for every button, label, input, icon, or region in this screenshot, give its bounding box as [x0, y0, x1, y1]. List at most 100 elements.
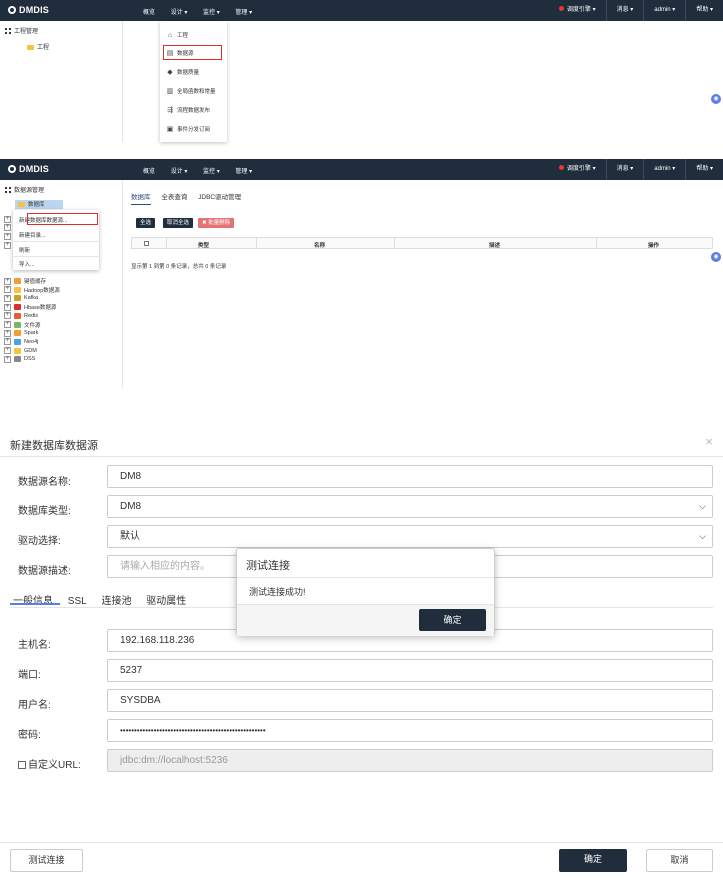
tree-row[interactable]: + Hbase数据源 — [4, 303, 56, 311]
project-icon: ⌂ — [167, 31, 173, 39]
select-all-button[interactable]: 全选 — [136, 218, 156, 228]
nav-monitor[interactable]: 监控 ▾ — [203, 10, 220, 16]
expand-icon[interactable]: + — [4, 294, 11, 302]
ctx-refresh[interactable]: 刷新 — [19, 246, 30, 254]
name-input[interactable]: DM8 — [107, 465, 713, 488]
user-input[interactable]: SYSDBA — [107, 689, 713, 712]
batch-delete-button[interactable]: ✖ 批量删除 — [198, 218, 235, 228]
driver-label: 驱动选择: — [18, 536, 61, 547]
sidebar-title: 工程管理 — [5, 26, 38, 35]
messages-menu[interactable]: 消息 ▾ — [605, 0, 644, 21]
expand-icon[interactable]: + — [4, 312, 11, 320]
close-icon[interactable]: × — [705, 434, 713, 449]
tree-row[interactable]: + DSS — [4, 355, 35, 363]
help-menu[interactable]: 帮助 ▾ — [685, 0, 723, 21]
expand-icon[interactable]: + — [4, 277, 11, 285]
column-type: 类型 — [198, 243, 210, 249]
tree-node-project[interactable]: 工程 — [27, 42, 49, 51]
messages-menu[interactable]: 消息 ▾ — [605, 159, 644, 180]
driver-select[interactable]: 默认 ⌵ — [107, 525, 713, 548]
tree-row[interactable]: + Redis — [4, 312, 38, 320]
tree-row[interactable]: + 文件源 — [4, 321, 41, 329]
ok-button[interactable]: 确定 — [559, 849, 627, 872]
help-menu[interactable]: 帮助 ▾ — [685, 159, 723, 180]
tree-label: Kafka — [24, 295, 39, 302]
db-type-select[interactable]: DM8 ⌵ — [107, 495, 713, 518]
popup-title: 测试连接 — [246, 560, 290, 572]
user-menu[interactable]: admin ▾ — [643, 0, 685, 21]
app-logo[interactable]: DMDIS — [8, 164, 49, 174]
custom-url-row: 自定义URL: — [18, 756, 81, 771]
expand-icon[interactable]: + — [4, 286, 11, 294]
nav-overview[interactable]: 概览 — [143, 169, 155, 175]
tree-row[interactable]: + Kafka — [4, 294, 38, 302]
header-checkbox[interactable] — [144, 241, 149, 246]
dialog-header-divider — [0, 456, 723, 457]
tab-pool[interactable]: 连接池 — [101, 596, 131, 607]
tree-label: DSS — [24, 356, 36, 363]
nav-design[interactable]: 设计 ▾ — [171, 10, 188, 16]
tree-row[interactable]: + GDM — [4, 347, 37, 355]
column-divider — [166, 238, 167, 248]
expand-icon[interactable]: + — [4, 355, 11, 363]
tree-row[interactable]: + Neo4j — [4, 338, 38, 346]
float-help-icon[interactable]: ◉ — [711, 252, 721, 262]
main-nav: 概览 设计 ▾ 监控 ▾ 管理 ▾ — [143, 7, 266, 16]
expand-icon[interactable]: + — [4, 321, 11, 328]
quality-icon: ◆ — [167, 69, 173, 76]
top-navbar: DMDIS 概览 设计 ▾ 监控 ▾ 管理 ▾ 调度引擎 ▾ 消息 ▾ admi… — [0, 159, 723, 180]
expand-icon[interactable]: + — [4, 303, 11, 311]
menu-item-subscribe[interactable]: ▣ 事件分发订阅 — [166, 125, 210, 133]
float-help-icon[interactable]: ◉ — [711, 94, 721, 104]
expand-icon[interactable]: + — [4, 329, 11, 337]
expand-icon[interactable]: + — [4, 215, 11, 223]
nav-monitor[interactable]: 监控 ▾ — [203, 169, 220, 175]
tree-node-database[interactable]: 数据库 — [15, 200, 63, 209]
expand-icon[interactable]: + — [4, 241, 11, 249]
nav-manage[interactable]: 管理 ▾ — [235, 169, 252, 175]
tree-label: Redis — [24, 312, 39, 319]
tab-database[interactable]: 数据库 — [131, 194, 151, 205]
tree-row[interactable]: + Hadoop数据源 — [4, 286, 60, 294]
unselect-all-button[interactable]: 取消全选 — [163, 218, 194, 228]
menu-item-functions[interactable]: ▥ 全局函数和常量 — [166, 87, 216, 95]
expand-icon[interactable]: + — [4, 338, 11, 346]
tab-general[interactable]: 一般信息 — [13, 596, 53, 607]
expand-icon[interactable]: + — [4, 224, 11, 232]
app-logo[interactable]: DMDIS — [8, 5, 49, 15]
custom-url-checkbox[interactable] — [18, 761, 26, 769]
nav-overview[interactable]: 概览 — [143, 10, 155, 16]
datasource-icon — [14, 295, 21, 302]
expand-icon[interactable]: + — [4, 232, 11, 240]
nav-manage[interactable]: 管理 ▾ — [235, 10, 252, 16]
popup-ok-button[interactable]: 确定 — [419, 609, 486, 631]
tree-row[interactable]: + Spark — [4, 329, 38, 337]
nav-design[interactable]: 设计 ▾ — [171, 169, 188, 175]
menu-item-project[interactable]: ⌂ 工程 — [166, 31, 188, 40]
tab-ssl[interactable]: SSL — [68, 596, 87, 607]
engine-menu[interactable]: 调度引擎 ▾ — [549, 0, 606, 21]
top-navbar: DMDIS 概览 设计 ▾ 监控 ▾ 管理 ▾ 调度引擎 ▾ 消息 ▾ admi… — [0, 0, 723, 21]
expand-icon[interactable]: + — [4, 347, 11, 355]
engine-menu[interactable]: 调度引擎 ▾ — [549, 159, 606, 180]
chevron-down-icon: ⌵ — [699, 501, 706, 511]
tab-driver-props[interactable]: 驱动属性 — [146, 596, 186, 607]
password-input[interactable]: ••••••••••••••••••••••••••••••••••••••••… — [107, 719, 713, 742]
menu-divider — [13, 256, 99, 257]
tab-jdbc-driver[interactable]: JDBC驱动管理 — [198, 194, 241, 201]
ctx-import[interactable]: 导入... — [19, 260, 35, 268]
test-connection-button[interactable]: 测试连接 — [10, 849, 83, 872]
tree-label: Hadoop数据源 — [24, 287, 60, 294]
cancel-button[interactable]: 取消 — [646, 849, 713, 872]
user-menu[interactable]: admin ▾ — [643, 159, 685, 180]
tree-row[interactable]: + 键值缓存 — [4, 277, 46, 285]
column-desc: 描述 — [489, 243, 501, 249]
tab-full-table-query[interactable]: 全表查询 — [161, 194, 187, 201]
datasource-icon — [14, 356, 21, 363]
status-dot-icon — [558, 165, 564, 170]
menu-item-quality[interactable]: ◆ 数据质量 — [166, 68, 199, 76]
menu-item-publish[interactable]: ⇶ 流程数据发布 — [166, 106, 210, 114]
logo-icon — [8, 165, 16, 173]
ctx-new-dir[interactable]: 新建目录... — [19, 231, 46, 239]
port-input[interactable]: 5237 — [107, 659, 713, 682]
